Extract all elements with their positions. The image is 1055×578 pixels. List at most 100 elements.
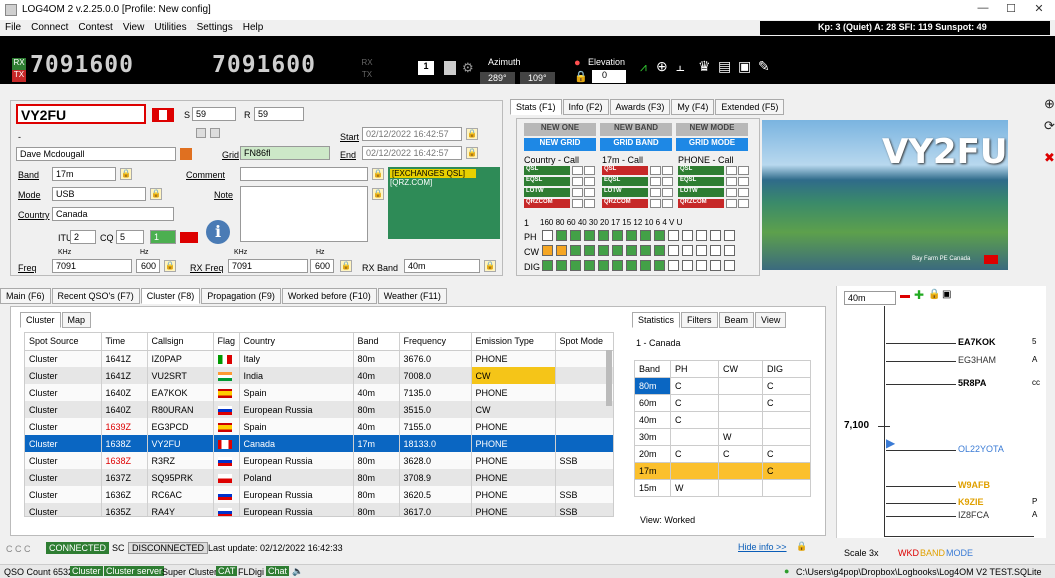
mode-lock-icon[interactable]: 🔒 [150, 188, 162, 200]
tab-beam[interactable]: Beam [718, 312, 755, 328]
band-lock-icon[interactable]: 🔒 [120, 168, 132, 180]
qrz-com-link[interactable]: [QRZ.COM] [390, 178, 498, 187]
stat-row[interactable]: 40m C [634, 411, 811, 429]
pencil-icon[interactable]: ✎ [758, 58, 770, 75]
callsign-input[interactable]: VY2FU [16, 104, 146, 124]
spot-callsign[interactable]: W9AFB [958, 480, 990, 490]
stat-row[interactable]: 15m W [634, 479, 811, 497]
footer-cluster[interactable]: Cluster [70, 566, 103, 576]
elevation-field[interactable]: 0 [592, 70, 626, 83]
stat-row[interactable]: 80m C C [634, 377, 811, 395]
globe-icon[interactable]: ⊕ [656, 58, 668, 75]
tab-worked-before[interactable]: Worked before (F10) [281, 288, 377, 304]
table-row[interactable]: Cluster 1641Z VU2SRT India 40m 7008.0 CW [25, 367, 613, 384]
menu-contest[interactable]: Contest [73, 20, 117, 35]
zoom-out-icon[interactable]: ▬ [900, 290, 910, 301]
zoom-in-icon[interactable]: ✚ [914, 288, 924, 302]
menu-help[interactable]: Help [238, 20, 269, 35]
itu-select[interactable]: 2 [70, 230, 96, 244]
memory-field[interactable]: 1 [418, 61, 434, 75]
end-lock-icon[interactable]: 🔒 [466, 147, 478, 159]
table-row[interactable]: Cluster 1636Z RC6AC European Russia 80m 3620.… [25, 486, 613, 503]
tab-cluster[interactable]: Cluster (F8) [140, 288, 201, 304]
tab-filters[interactable]: Filters [681, 312, 718, 328]
freq-hz-field[interactable]: 600 [136, 259, 160, 273]
close-button[interactable]: ✕ [1026, 2, 1052, 18]
lock-icon[interactable]: 🔒 [574, 70, 588, 83]
add-icon[interactable]: ⊕ [1044, 96, 1055, 112]
col-emission[interactable]: Emission Type [471, 333, 556, 351]
col-callsign[interactable]: Callsign [147, 333, 214, 351]
comment-lock-icon[interactable]: 🔒 [372, 168, 384, 180]
spot-callsign[interactable]: 5R8PA [958, 378, 986, 388]
rig-icon[interactable]: ▤ [718, 58, 731, 75]
start-lock-icon[interactable]: 🔒 [466, 128, 478, 140]
tab-propagation[interactable]: Propagation (F9) [201, 288, 281, 304]
freq-lock-icon[interactable]: 🔒 [164, 260, 176, 272]
footer-cat[interactable]: CAT [216, 566, 238, 576]
clear-button[interactable] [210, 128, 220, 138]
spot-callsign[interactable]: OL22YOTA [958, 444, 1004, 454]
rotor-icon[interactable]: ⫠ [676, 58, 684, 75]
menu-view[interactable]: View [118, 20, 150, 35]
tab-info[interactable]: Info (F2) [562, 99, 609, 115]
table-row[interactable]: Cluster 1638Z VY2FU Canada 17m 18133.0 PHONE [25, 435, 613, 452]
tab-awards[interactable]: Awards (F3) [609, 99, 671, 115]
tab-extended[interactable]: Extended (F5) [715, 99, 785, 115]
table-row[interactable]: Cluster 1639Z EG3PCD Spain 40m 7155.0 PHONE [25, 418, 613, 435]
cluster-scrollbar[interactable] [606, 350, 612, 406]
status-lock-icon[interactable]: 🔒 [796, 541, 807, 552]
col-spot-mode[interactable]: Spot Mode [555, 333, 613, 351]
note-field[interactable] [240, 186, 368, 242]
qrz-icon[interactable] [180, 148, 192, 160]
country-select[interactable]: Canada [52, 207, 174, 221]
tab-stats[interactable]: Stats (F1) [510, 99, 562, 115]
spot-callsign[interactable]: EG3HAM [958, 355, 996, 365]
menu-connect[interactable]: Connect [26, 20, 73, 35]
table-row[interactable]: Cluster 1640Z R80URAN European Russia 80m 351… [25, 401, 613, 418]
radio-icon[interactable]: ▣ [738, 58, 751, 75]
rxband-lock-icon[interactable]: 🔒 [484, 260, 496, 272]
stop-icon[interactable]: ● [574, 57, 581, 69]
refresh-icon[interactable]: ⟳ [1044, 118, 1055, 134]
table-row[interactable]: Cluster 1637Z SQ95PRK Poland 80m 3708.9 PHONE [25, 469, 613, 486]
grid-field[interactable]: FN86fl [240, 146, 330, 160]
col-spot-source[interactable]: Spot Source [25, 333, 102, 351]
exchanges-qsl-link[interactable]: [EXCHANGES QSL] [390, 169, 476, 178]
footer-super-cluster[interactable]: Super Cluster [162, 567, 217, 577]
tab-recent-qsos[interactable]: Recent QSO's (F7) [51, 288, 140, 304]
bandmap-band-select[interactable]: 40m [844, 291, 896, 305]
antenna-icon[interactable]: ⩘ [640, 60, 647, 75]
start-time-field[interactable]: 02/12/2022 16:42:57 [362, 127, 462, 141]
bandmap-camera-icon[interactable]: ▣ [942, 289, 951, 300]
stat-row[interactable]: 20m C C C [634, 445, 811, 463]
menu-settings[interactable]: Settings [192, 20, 238, 35]
comment-field[interactable] [240, 167, 368, 181]
table-row[interactable]: Cluster 1638Z R3RZ European Russia 80m 3628.0… [25, 452, 613, 469]
end-time-field[interactable]: 02/12/2022 16:42:57 [362, 146, 462, 160]
spot-callsign[interactable]: EA7KOK [958, 337, 996, 347]
rst-sent-select[interactable]: 59 [192, 107, 236, 121]
tab-main[interactable]: Main (F6) [0, 288, 51, 304]
footer-chat[interactable]: Chat [266, 566, 290, 576]
name-field[interactable]: Dave Mcdougall [16, 147, 176, 161]
memory-spinner[interactable] [444, 61, 456, 75]
minimize-button[interactable]: — [970, 2, 996, 18]
tab-my[interactable]: My (F4) [671, 99, 715, 115]
speaker-icon[interactable]: 🔈 [292, 566, 303, 577]
stat-row[interactable]: 17m C [634, 462, 811, 480]
spot-callsign[interactable]: IZ8FCA [958, 510, 989, 520]
tab-weather[interactable]: Weather (F11) [377, 288, 447, 304]
menu-utilities[interactable]: Utilities [149, 20, 191, 35]
stat-row[interactable]: 30m W [634, 428, 811, 446]
maximize-button[interactable]: ☐ [998, 2, 1024, 18]
info-icon[interactable]: i [206, 220, 230, 244]
stat-row[interactable]: 60m C C [634, 394, 811, 412]
col-band[interactable]: Band [353, 333, 400, 351]
footer-cluster-server[interactable]: Cluster server [104, 566, 165, 576]
note-lock-icon[interactable]: 🔒 [372, 188, 384, 200]
rxfreq-lock-icon[interactable]: 🔒 [340, 260, 352, 272]
cq-select[interactable]: 5 [116, 230, 144, 244]
bandmap-scale[interactable]: Scale 3x [844, 548, 879, 558]
freq-field[interactable]: 7091 [52, 259, 132, 273]
